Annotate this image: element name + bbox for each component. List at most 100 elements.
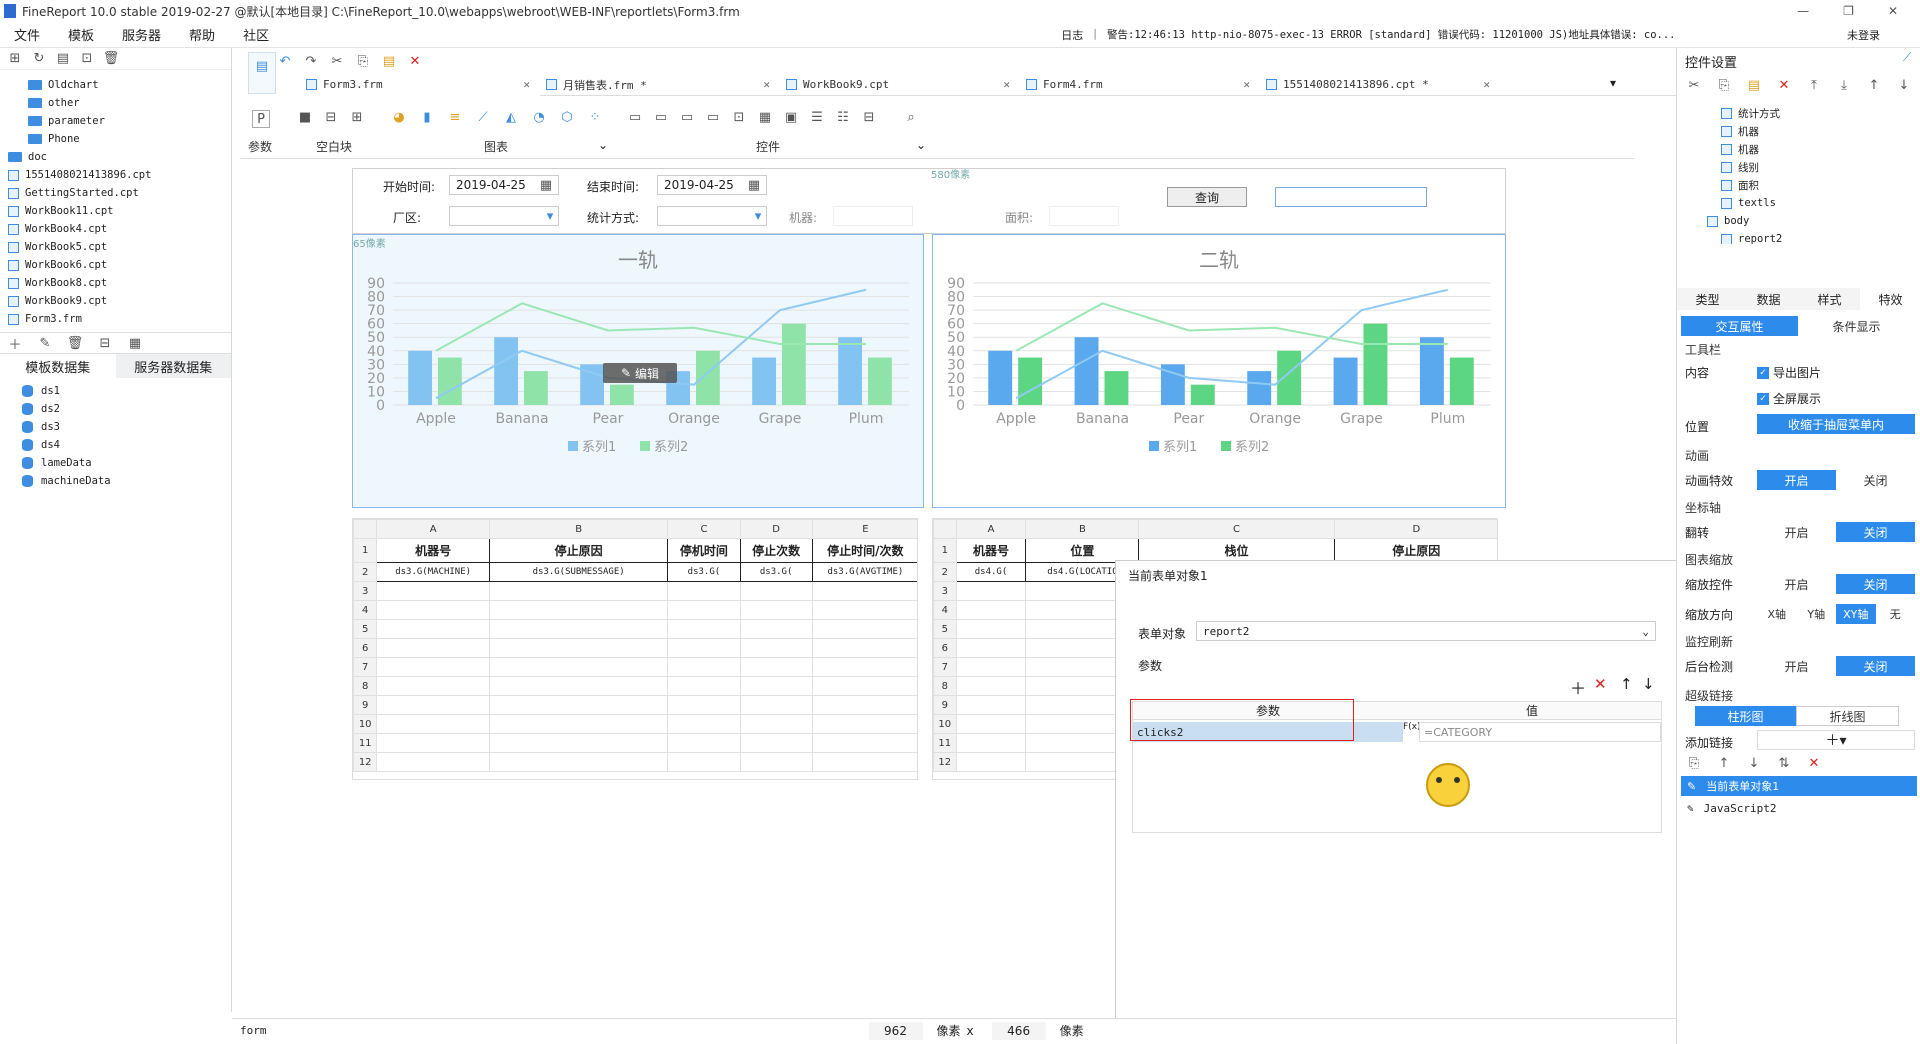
search-textbox[interactable] <box>1275 187 1427 207</box>
tree-item[interactable]: Phone <box>0 130 231 148</box>
row-header[interactable]: 7 <box>353 657 378 677</box>
subtab-interaction[interactable]: 交互属性 <box>1681 316 1798 336</box>
close-tab-icon[interactable]: ✕ <box>1243 78 1250 91</box>
dataset-item[interactable]: ds3 <box>0 418 231 436</box>
close-icon[interactable]: ✕ <box>1888 4 1898 18</box>
row-header[interactable]: 12 <box>933 752 957 772</box>
row-header[interactable]: 10 <box>933 714 957 734</box>
top-icon[interactable]: ⤒ <box>1805 76 1823 94</box>
table-cell[interactable] <box>811 676 917 696</box>
row-header[interactable]: 2 <box>933 562 957 582</box>
zoom-ctrl-on[interactable]: 开启 <box>1757 574 1836 594</box>
number-widget-icon[interactable]: ▭ <box>652 108 670 126</box>
copy-icon[interactable]: ⎘ <box>354 52 372 70</box>
table-cell[interactable] <box>811 619 917 639</box>
row-header[interactable]: 4 <box>353 600 378 620</box>
dropdown-icon[interactable]: ▾ <box>541 207 559 225</box>
table-cell[interactable]: 位置 <box>1025 538 1140 563</box>
table-cell[interactable] <box>739 714 813 734</box>
table-cell[interactable] <box>955 657 1027 677</box>
table-cell[interactable]: ds4.G( <box>955 562 1027 582</box>
widget-tree-item[interactable]: report2 <box>1707 230 1917 244</box>
pin-icon[interactable]: ⟋ <box>1903 50 1911 65</box>
list-widget-icon[interactable]: ☰ <box>808 108 826 126</box>
table-cell[interactable] <box>488 676 669 696</box>
bottom-icon[interactable]: ⤓ <box>1835 76 1853 94</box>
tab-type[interactable]: 类型 <box>1677 288 1738 310</box>
widget-tree-item[interactable]: 机器 <box>1707 122 1917 140</box>
tree-item[interactable]: WorkBook5.cpt <box>0 238 231 256</box>
dataset-item[interactable]: ds4 <box>0 436 231 454</box>
scatter-chart-icon[interactable]: ⁘ <box>586 108 604 126</box>
tree-item[interactable]: other <box>0 94 231 112</box>
table-cell[interactable] <box>488 638 669 658</box>
table-cell[interactable] <box>488 714 669 734</box>
delete-dataset-icon[interactable]: 🗑 <box>66 334 84 352</box>
column-header[interactable]: E <box>811 519 917 539</box>
table-cell[interactable] <box>739 752 813 772</box>
row-header[interactable]: 11 <box>353 733 378 753</box>
table-cell[interactable] <box>739 600 813 620</box>
row-header[interactable]: 9 <box>933 695 957 715</box>
column-header[interactable]: D <box>739 519 813 539</box>
table-cell[interactable]: ds3.G( <box>739 562 813 582</box>
zoom-none[interactable]: 无 <box>1875 604 1915 624</box>
table-cell[interactable] <box>811 752 917 772</box>
area-combo[interactable] <box>1049 206 1119 226</box>
table-cell[interactable]: ds3.G( <box>667 562 741 582</box>
link-delete-icon[interactable]: ✕ <box>1805 754 1823 772</box>
search-widget-icon[interactable]: ⌕ <box>902 108 920 126</box>
widget-tree-item[interactable]: 线别 <box>1707 158 1917 176</box>
table-cell[interactable] <box>667 619 741 639</box>
tree-item[interactable]: WorkBook9.cpt <box>0 292 231 310</box>
table-cell[interactable] <box>955 581 1027 601</box>
corner-cell[interactable] <box>933 519 957 539</box>
add-dataset-icon[interactable]: ＋ <box>6 334 24 353</box>
line-chart-icon[interactable]: ⟋ <box>474 108 492 126</box>
blank-block-icon[interactable]: ■ <box>296 108 314 126</box>
view-icon[interactable]: ▤ <box>54 50 72 68</box>
table-cell[interactable] <box>667 695 741 715</box>
row-header[interactable]: 5 <box>353 619 378 639</box>
tree-item[interactable]: WorkBook4.cpt <box>0 220 231 238</box>
table-cell[interactable] <box>376 638 490 658</box>
table-cell[interactable] <box>811 600 917 620</box>
widget-more-icon[interactable]: ⌄ <box>916 138 926 152</box>
log-label[interactable]: 日志 <box>1061 27 1083 43</box>
table-cell[interactable]: 停机时间 <box>667 538 741 563</box>
widget-tree-item[interactable]: body <box>1707 212 1917 230</box>
row-header[interactable]: 7 <box>933 657 957 677</box>
link-sort-icon[interactable]: ⇅ <box>1775 754 1793 772</box>
calendar-icon[interactable]: ▦ <box>537 176 555 194</box>
column-header[interactable]: A <box>376 519 490 539</box>
tree-widget-icon[interactable]: ⊟ <box>860 108 878 126</box>
link-up-icon[interactable]: ↑ <box>1715 754 1733 772</box>
row-header[interactable]: 12 <box>353 752 378 772</box>
widget-tree-item[interactable]: 统计方式 <box>1707 104 1917 122</box>
textbox-widget-icon[interactable]: ▭ <box>626 108 644 126</box>
row-header[interactable]: 6 <box>933 638 957 658</box>
login-status[interactable]: 未登录 <box>1847 27 1880 43</box>
flip-on[interactable]: 开启 <box>1757 522 1836 542</box>
copy-link-icon[interactable]: ⎘ <box>1685 754 1703 772</box>
widget-tree-item[interactable]: 机器 <box>1707 140 1917 158</box>
table-cell[interactable] <box>488 619 669 639</box>
refresh-icon[interactable]: ↻ <box>30 50 48 68</box>
table-cell[interactable] <box>811 733 917 753</box>
gauge-chart-icon[interactable]: ◔ <box>530 108 548 126</box>
minimize-icon[interactable]: — <box>1797 4 1809 18</box>
column-header[interactable]: A <box>955 519 1027 539</box>
subtab-condition[interactable]: 条件显示 <box>1798 316 1915 336</box>
table-cell[interactable] <box>667 714 741 734</box>
dataset-item[interactable]: machineData <box>0 472 231 490</box>
chart-rail-1[interactable]: 65像素 一轨 0 10 20 30 40 50 60 70 80 90 Apple Banana Pea… <box>352 234 924 508</box>
locate-icon[interactable]: ⊡ <box>78 50 96 68</box>
param-icon[interactable]: P <box>252 110 270 128</box>
add-param-icon[interactable]: ＋ <box>1570 675 1586 699</box>
log-warning[interactable]: 警告:12:46:13 http-nio-8075-exec-13 ERROR … <box>1107 27 1807 43</box>
dataset-item[interactable]: ds1 <box>0 382 231 400</box>
tree-item[interactable]: doc <box>0 148 231 166</box>
row-header[interactable]: 8 <box>353 676 378 696</box>
row-header[interactable]: 8 <box>933 676 957 696</box>
table-cell[interactable] <box>739 657 813 677</box>
